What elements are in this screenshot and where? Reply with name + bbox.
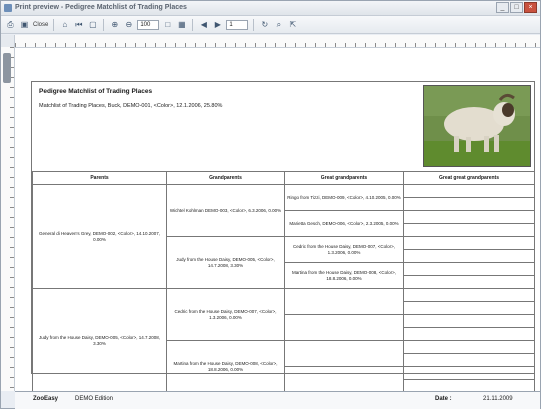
home-icon[interactable]: ⌂ bbox=[59, 19, 70, 30]
pedigree-table: Parents Grandparents Great grandparents … bbox=[32, 171, 535, 393]
grandparent-cell: Cedric from the House Daisy, DEMO-007, <… bbox=[166, 288, 285, 341]
report-page: Pedigree Matchlist of Trading Places Mat… bbox=[31, 81, 535, 393]
minimize-button[interactable]: _ bbox=[496, 2, 509, 13]
header-parents: Parents bbox=[32, 171, 167, 185]
page-number-input[interactable]: 1 bbox=[226, 19, 249, 30]
grandparent-cell: Judy from the House Daisy, DEMO-005, <Co… bbox=[166, 236, 285, 289]
grandparent-cell: Martina from the House Daisy, DEMO-008, … bbox=[166, 340, 285, 393]
app-icon bbox=[4, 4, 12, 12]
footer-app-label: ZooEasy bbox=[33, 396, 59, 402]
report-subtitle: Matchlist of Trading Places, Buck, DEMO-… bbox=[39, 103, 223, 109]
toolbar-separator bbox=[53, 18, 55, 31]
print-preview-window: Print preview - Pedigree Matchlist of Tr… bbox=[0, 0, 541, 409]
great-grandparent-cell bbox=[284, 314, 404, 341]
footer-edition: DEMO Edition bbox=[75, 396, 114, 402]
great-grandparent-cell bbox=[284, 340, 404, 367]
great-great-grandparent-cell bbox=[403, 327, 535, 341]
preview-toolbar: ⎙ ▣ Close ⌂ ⏮ ▢ ⊕ ⊖ 100 □ ▦ ◀ ▶ 1 ↻ ⌕ ⇱ bbox=[1, 16, 540, 34]
footer-date-label: Date : bbox=[435, 396, 452, 402]
save-icon[interactable]: ▣ bbox=[19, 19, 30, 30]
vertical-scrollbar-thumb[interactable] bbox=[3, 53, 11, 83]
great-grandparent-cell: Martina from the House Daisy, DEMO-008, … bbox=[284, 262, 404, 289]
horizontal-ruler bbox=[15, 35, 540, 48]
preview-canvas: Pedigree Matchlist of Trading Places Mat… bbox=[15, 48, 540, 393]
title-bar: Print preview - Pedigree Matchlist of Tr… bbox=[1, 1, 540, 16]
zoom-select[interactable]: 100 bbox=[137, 19, 160, 30]
zoom-in-icon[interactable]: ⊕ bbox=[109, 19, 120, 30]
find-icon[interactable]: ⌕ bbox=[273, 19, 284, 30]
parent-cell: General di Heaven's Grey, DEMO-002, <Col… bbox=[32, 184, 167, 289]
report-title: Pedigree Matchlist of Trading Places bbox=[39, 88, 153, 95]
header-great-grandparents: Great grandparents bbox=[284, 171, 404, 185]
header-grandparents: Grandparents bbox=[166, 171, 285, 185]
parent-cell: Judy from the House Daisy, DEMO-005, <Co… bbox=[32, 288, 167, 393]
great-great-grandparent-cell bbox=[403, 288, 535, 302]
footer-date-value: 21.11.2009 bbox=[483, 396, 513, 402]
first-page-icon[interactable]: ⏮ bbox=[73, 19, 84, 30]
window-title: Print preview - Pedigree Matchlist of Tr… bbox=[15, 4, 187, 11]
print-icon[interactable]: ⎙ bbox=[5, 19, 16, 30]
zoom-out-icon[interactable]: ⊖ bbox=[123, 19, 134, 30]
header-great-great-grandparents: Great great grandparents bbox=[403, 171, 535, 185]
toolbar-separator bbox=[192, 18, 194, 31]
close-window-button[interactable]: × bbox=[524, 2, 537, 13]
pedigree-header-row: Parents Grandparents Great grandparents … bbox=[32, 171, 535, 185]
great-great-grandparent-cell bbox=[403, 301, 535, 315]
next-page-icon[interactable]: ▶ bbox=[212, 19, 223, 30]
great-great-grandparent-cell bbox=[403, 262, 535, 276]
vertical-ruler bbox=[1, 47, 15, 391]
great-grandparent-cell bbox=[284, 366, 404, 393]
toolbar-separator bbox=[253, 18, 255, 31]
great-grandparent-cell: Ringo from Tizzi, DEMO-009, <Color>, 4.1… bbox=[284, 184, 404, 211]
great-great-grandparent-cell bbox=[403, 314, 535, 328]
multi-page-icon[interactable]: ▦ bbox=[176, 19, 187, 30]
refresh-icon[interactable]: ↻ bbox=[259, 19, 270, 30]
great-grandparent-cell: Marietta Gesch, DEMO-006, <Color>, 2.3.2… bbox=[284, 210, 404, 237]
export-icon[interactable]: ⇱ bbox=[287, 19, 298, 30]
animal-photo bbox=[423, 85, 531, 167]
maximize-button[interactable]: □ bbox=[510, 2, 523, 13]
great-great-grandparent-cell bbox=[403, 223, 535, 237]
great-great-grandparent-cell bbox=[403, 366, 535, 380]
grandparent-cell: Wichtel Kohlman DEMO-003, <Color>, 6.3.2… bbox=[166, 184, 285, 237]
great-great-grandparent-cell bbox=[403, 353, 535, 367]
great-great-grandparent-cell bbox=[403, 210, 535, 224]
one-page-icon[interactable]: □ bbox=[162, 19, 173, 30]
close-preview-button[interactable]: Close bbox=[33, 22, 48, 28]
previous-page-icon[interactable]: ◀ bbox=[198, 19, 209, 30]
toolbar-separator bbox=[103, 18, 105, 31]
great-great-grandparent-cell bbox=[403, 197, 535, 211]
great-great-grandparent-cell bbox=[403, 184, 535, 198]
window-controls: _ □ × bbox=[496, 2, 537, 13]
great-great-grandparent-cell bbox=[403, 249, 535, 263]
great-grandparent-cell bbox=[284, 288, 404, 315]
report-footer: ZooEasy DEMO Edition Date : 21.11.2009 bbox=[15, 391, 540, 409]
page-setup-icon[interactable]: ▢ bbox=[87, 19, 98, 30]
great-great-grandparent-cell bbox=[403, 236, 535, 250]
great-grandparent-cell: Cedric from the House Daisy, DEMO-007, <… bbox=[284, 236, 404, 263]
great-great-grandparent-cell bbox=[403, 340, 535, 354]
great-great-grandparent-cell bbox=[403, 275, 535, 289]
